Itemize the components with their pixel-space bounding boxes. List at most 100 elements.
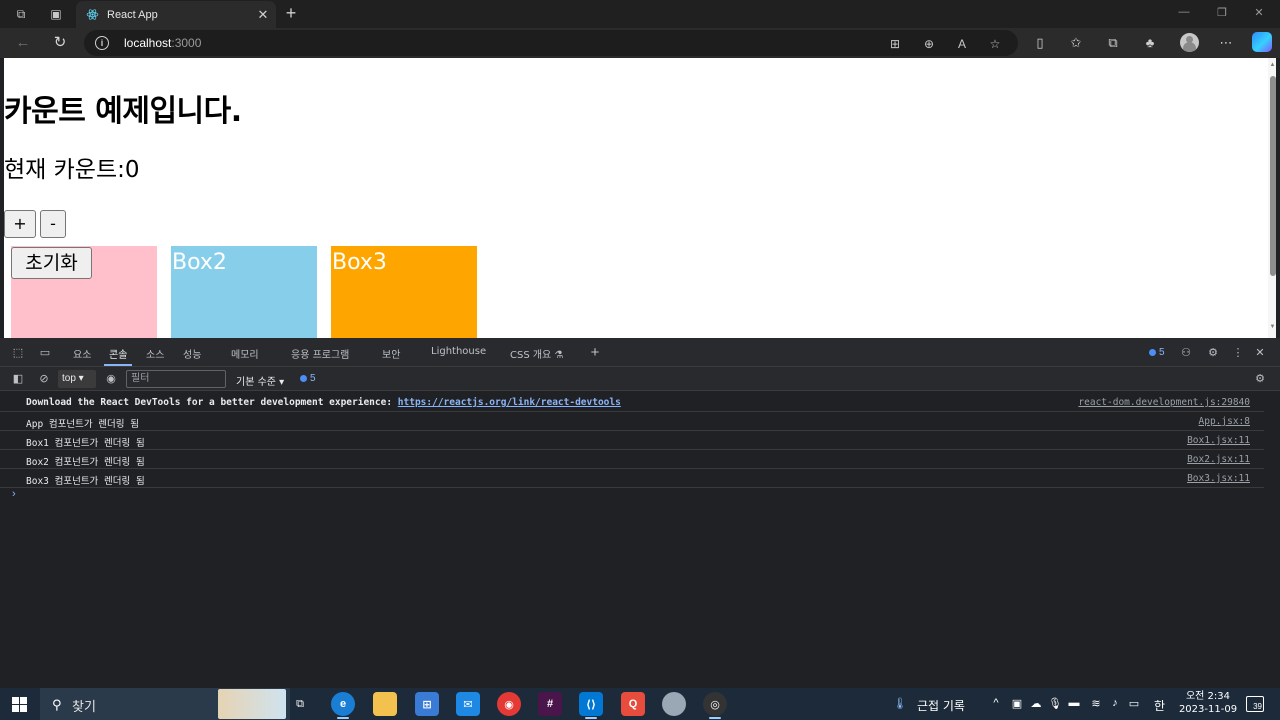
workspaces-icon[interactable]: ⧉: [12, 5, 30, 23]
clear-console-icon[interactable]: ⊘: [37, 372, 51, 386]
app-available-icon[interactable]: ⊞: [887, 36, 903, 52]
increment-button[interactable]: +: [4, 210, 36, 238]
tray-chevron-icon[interactable]: ^: [989, 697, 1003, 709]
windows-start-icon[interactable]: [12, 697, 27, 712]
device-toolbar-icon[interactable]: ▭: [38, 346, 52, 360]
log-message: Box2 컴포넌트가 렌더링 됨: [26, 457, 145, 468]
weather-text[interactable]: 근접 기록: [917, 697, 965, 714]
clock-time: 오전 2:34: [1185, 691, 1231, 702]
slack-icon[interactable]: #: [538, 692, 562, 716]
close-tab-icon[interactable]: ✕: [254, 7, 272, 23]
message-count-badge[interactable]: 5: [1149, 347, 1165, 358]
zoom-icon[interactable]: ⊕: [921, 36, 937, 52]
extensions-icon[interactable]: ♣: [1141, 34, 1159, 52]
vscode-icon[interactable]: ⟨⟩: [579, 692, 603, 719]
wifi-icon[interactable]: ≋: [1089, 697, 1103, 710]
read-aloud-icon[interactable]: A: [954, 36, 970, 52]
box3: Box3: [331, 246, 477, 338]
tab-lighthouse[interactable]: Lighthouse: [431, 346, 486, 357]
microphone-icon[interactable]: 🎙: [1048, 697, 1062, 710]
mail-icon[interactable]: ✉: [456, 692, 480, 716]
app-icon[interactable]: [662, 692, 686, 716]
favorite-star-icon[interactable]: ☆: [987, 36, 1003, 52]
context-select[interactable]: top ▾: [58, 370, 96, 388]
obs-studio-icon[interactable]: ◎: [703, 692, 727, 719]
url-text[interactable]: localhost:3000: [124, 36, 201, 50]
notes-app-icon[interactable]: Q: [621, 692, 645, 716]
tab-css-overview[interactable]: CSS 개요 ⚗: [510, 346, 563, 361]
profile-avatar[interactable]: [1180, 33, 1199, 52]
notification-count: 39: [1253, 702, 1262, 711]
scroll-up-arrow-icon[interactable]: ▲: [1269, 62, 1276, 68]
minimize-button[interactable]: —: [1169, 6, 1199, 18]
search-icon: ⚲: [52, 697, 62, 712]
volume-icon[interactable]: ♪: [1108, 697, 1122, 709]
ms-store-icon[interactable]: ⊞: [415, 692, 439, 716]
scroll-down-arrow-icon[interactable]: ▼: [1269, 324, 1276, 330]
task-view-icon[interactable]: ⧉: [288, 692, 312, 716]
battery-icon[interactable]: ▬: [1067, 697, 1081, 709]
battery-status-icon[interactable]: ▭: [1127, 697, 1141, 710]
log-row: Box3 컴포넌트가 렌더링 됨 Box3.jsx:11: [0, 469, 1264, 488]
clock[interactable]: 오전 2:34 2023-11-09: [1176, 690, 1240, 716]
tab-console[interactable]: 콘솔: [109, 346, 127, 361]
sidebar-toggle-icon[interactable]: ◧: [11, 372, 25, 386]
address-bar[interactable]: i localhost:3000 ⊞ ⊕ A ☆: [84, 30, 1018, 56]
issues-count-badge[interactable]: 5: [300, 373, 316, 384]
react-favicon-icon: [86, 9, 99, 20]
log-source-link[interactable]: react-dom.development.js:29840: [1078, 397, 1250, 408]
copilot-icon[interactable]: [1252, 32, 1272, 52]
search-placeholder: 찾기: [72, 700, 96, 715]
tab-memory[interactable]: 메모리: [231, 346, 259, 361]
log-link[interactable]: https://reactjs.org/link/react-devtools: [398, 397, 621, 408]
filter-input[interactable]: 필터: [126, 370, 226, 388]
favorites-icon[interactable]: ✩: [1067, 34, 1085, 52]
live-expression-eye-icon[interactable]: ◉: [104, 372, 118, 386]
new-tab-button[interactable]: +: [282, 3, 300, 23]
tab-actions-icon[interactable]: ▣: [47, 5, 65, 23]
reset-button[interactable]: 초기화: [11, 247, 92, 279]
back-arrow-icon[interactable]: ←: [14, 34, 32, 52]
split-screen-icon[interactable]: ▯: [1031, 34, 1049, 52]
ime-indicator[interactable]: 한: [1154, 697, 1165, 714]
log-source-link[interactable]: Box2.jsx:11: [1187, 454, 1250, 465]
more-options-icon[interactable]: ⋮: [1231, 346, 1245, 360]
tab-sources[interactable]: 소스: [146, 346, 164, 361]
refresh-icon[interactable]: ↻: [51, 34, 69, 52]
tray-app-icon[interactable]: ▣: [1010, 697, 1024, 710]
close-window-button[interactable]: ✕: [1244, 6, 1274, 19]
settings-gear-icon[interactable]: ⚙: [1206, 346, 1220, 360]
inspect-element-icon[interactable]: ⬚: [11, 346, 25, 360]
log-source-link[interactable]: App.jsx:8: [1199, 416, 1250, 427]
tab-security[interactable]: 보안: [382, 346, 400, 361]
maximize-button[interactable]: ❐: [1207, 6, 1237, 19]
add-tab-icon[interactable]: +: [588, 345, 602, 360]
log-message: App 컴포넌트가 렌더링 됨: [26, 419, 139, 430]
notification-icon[interactable]: 39: [1246, 696, 1264, 712]
site-info-icon[interactable]: i: [95, 36, 109, 50]
page-scrollbar[interactable]: ▲ ▼: [1268, 58, 1276, 338]
log-source-link[interactable]: Box3.jsx:11: [1187, 473, 1250, 484]
devtools-tab-bar: ⬚ ▭ 요소 콘솔 소스 성능 메모리 응용 프로그램 보안 Lighthous…: [0, 338, 1280, 367]
browser-tab[interactable]: React App ✕: [76, 1, 276, 28]
customize-icon[interactable]: ⚇: [1179, 346, 1193, 360]
console-settings-gear-icon[interactable]: ⚙: [1253, 372, 1267, 386]
log-level-select[interactable]: 기본 수준 ▾: [236, 373, 284, 388]
cloud-icon[interactable]: ☁: [1029, 697, 1043, 710]
scroll-thumb[interactable]: [1270, 76, 1276, 276]
decrement-button[interactable]: -: [40, 210, 66, 238]
tab-elements[interactable]: 요소: [73, 346, 91, 361]
edge-browser-icon[interactable]: e: [331, 692, 355, 719]
taskbar-search[interactable]: ⚲ 찾기: [40, 688, 290, 720]
console-prompt-chevron-icon[interactable]: ›: [12, 488, 16, 500]
log-message: Box1 컴포넌트가 렌더링 됨: [26, 438, 145, 449]
log-source-link[interactable]: Box1.jsx:11: [1187, 435, 1250, 446]
collections-icon[interactable]: ⧉: [1104, 34, 1122, 52]
file-explorer-icon[interactable]: [373, 692, 397, 716]
tab-application[interactable]: 응용 프로그램: [291, 346, 349, 361]
tab-performance[interactable]: 성능: [183, 346, 201, 361]
chrome-icon[interactable]: ◉: [497, 692, 521, 716]
thermometer-icon[interactable]: 🌡: [893, 697, 907, 710]
close-devtools-icon[interactable]: ✕: [1253, 346, 1267, 360]
more-menu-icon[interactable]: ⋯: [1217, 34, 1235, 52]
